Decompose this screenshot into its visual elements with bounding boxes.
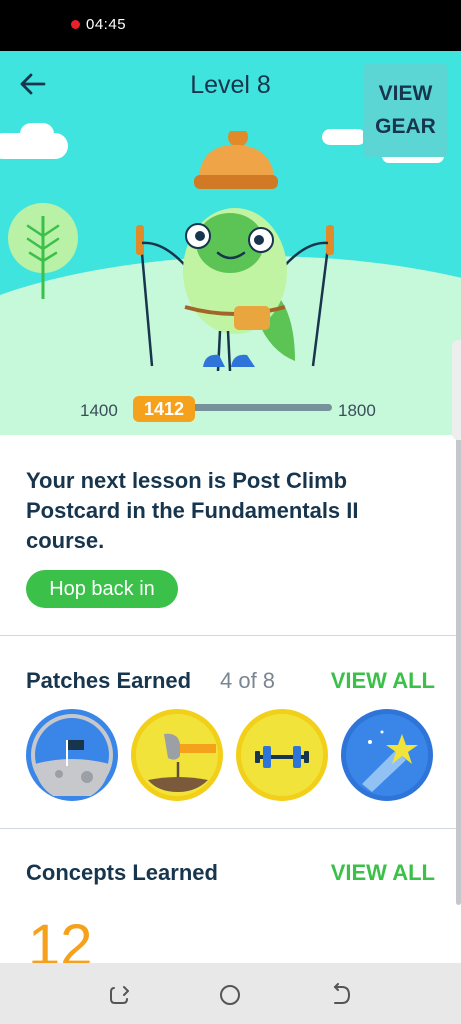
moon-flag-icon [35,718,109,801]
patches-title: Patches Earned [26,668,192,693]
status-bar: 04:45 [0,0,461,51]
patch-shooting-star[interactable] [341,709,433,801]
shooting-star-icon [362,730,418,792]
shoes-icon [203,354,255,367]
mascot-hiker-icon [136,131,334,371]
edge-panel-handle[interactable] [452,340,461,440]
dumbbell-icon [255,746,309,768]
status-time: 04:45 [86,16,127,33]
xp-min-label: 1400 [80,401,118,420]
patch-dumbbell[interactable] [236,709,328,801]
divider [0,828,461,829]
concepts-view-all-link[interactable]: VIEW ALL [331,860,435,886]
next-lesson-text: Your next lesson is Post Climb Postcard … [26,468,359,553]
recording-dot-icon [71,20,80,29]
recent-apps-icon[interactable] [108,983,132,1007]
scrollbar[interactable] [456,435,461,905]
back-nav-icon[interactable] [330,983,354,1007]
view-gear-button[interactable]: VIEW GEAR [363,64,448,157]
view-gear-label-line2: GEAR [375,115,436,138]
divider [0,635,461,636]
level-hero: Level 8 VIEW GEAR 1400 1412 1800 [0,51,461,435]
xp-current-badge: 1412 [133,396,195,422]
patches-view-all-link[interactable]: VIEW ALL [331,668,435,694]
hop-back-in-button[interactable]: Hop back in [26,570,178,608]
home-icon[interactable] [218,983,242,1007]
hammer-nail-icon [148,733,216,792]
tree-icon [8,203,78,299]
concepts-title: Concepts Learned [26,860,218,885]
xp-max-label: 1800 [338,401,376,420]
view-gear-label-line1: VIEW [378,82,433,105]
patches-count: 4 of 8 [220,668,276,693]
cloud-left-top [20,123,54,145]
system-nav-bar [0,963,461,1024]
patch-moon-flag[interactable] [26,709,118,801]
patch-hammer-nail[interactable] [131,709,223,801]
